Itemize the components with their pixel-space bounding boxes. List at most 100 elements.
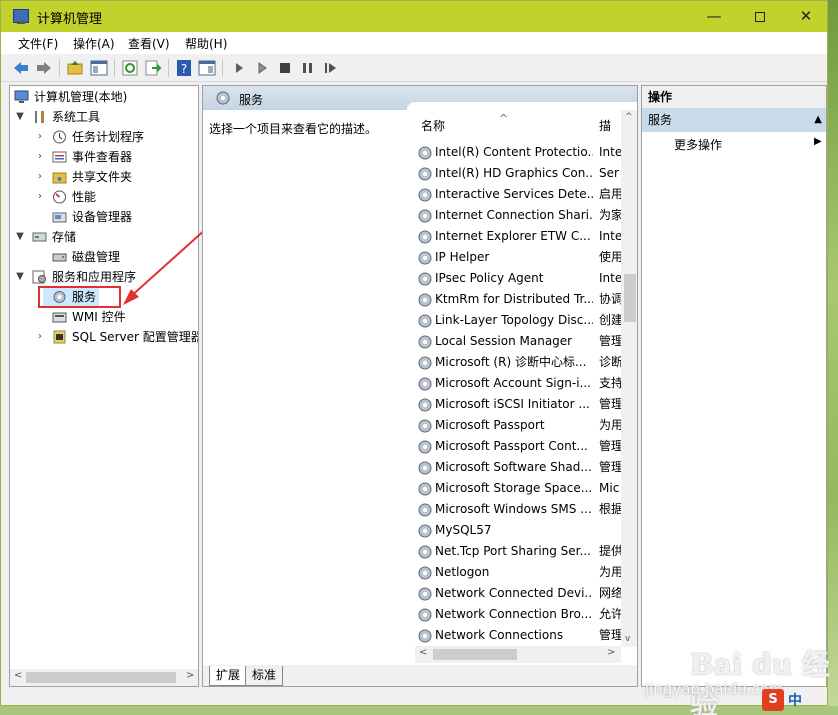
scroll-down-icon[interactable]: v xyxy=(625,634,630,644)
table-row[interactable]: Network Connections 管理 xyxy=(407,625,621,646)
table-row[interactable]: MySQL57 xyxy=(407,520,621,541)
tree-item-root[interactable]: 计算机管理(本地) xyxy=(14,87,194,107)
restart-icon[interactable] xyxy=(322,59,340,77)
services-vertical-scrollbar[interactable]: ^ v xyxy=(621,110,637,647)
service-description: 协调 xyxy=(599,292,621,306)
service-name: Microsoft Storage Space... xyxy=(435,481,593,495)
column-header-name[interactable]: 名称 xyxy=(421,110,445,142)
tree-item-sql-server[interactable]: › SQL Server 配置管理器 xyxy=(34,327,198,347)
table-row[interactable]: Netlogon 为用 xyxy=(407,562,621,583)
export-icon[interactable] xyxy=(144,59,162,77)
actions-section-services[interactable]: 服务 ▲ xyxy=(642,108,826,132)
table-row[interactable]: KtmRm for Distributed Tr... 协调 xyxy=(407,289,621,310)
tree-item-system-tools[interactable]: ▼ 系统工具 xyxy=(14,107,194,127)
help-icon[interactable]: ? xyxy=(175,59,193,77)
menu-view[interactable]: 查看(V) xyxy=(128,35,170,52)
tab-standard[interactable]: 标准 xyxy=(245,666,284,686)
menu-action[interactable]: 操作(A) xyxy=(73,35,115,52)
scroll-right-icon[interactable]: > xyxy=(186,670,194,681)
scroll-left-icon[interactable]: < xyxy=(14,670,22,681)
service-description: 创建 xyxy=(599,313,621,327)
tree-label: 性能 xyxy=(72,190,97,204)
table-row[interactable]: Network Connection Bro... 允许 xyxy=(407,604,621,625)
annotation-highlight-box xyxy=(38,286,121,308)
chevron-down-icon[interactable]: ▼ xyxy=(14,107,26,127)
chevron-right-icon[interactable]: › xyxy=(34,187,46,207)
more-actions-link[interactable]: 更多操作 xyxy=(674,136,722,153)
forward-arrow-icon[interactable] xyxy=(35,59,53,77)
tree-label: 计算机管理(本地) xyxy=(34,90,128,104)
table-row[interactable]: Net.Tcp Port Sharing Ser... 提供 xyxy=(407,541,621,562)
service-gear-icon xyxy=(418,524,432,538)
tree-item-shared-folders[interactable]: › 共享文件夹 xyxy=(34,167,194,187)
back-arrow-icon[interactable] xyxy=(12,59,30,77)
table-row[interactable]: Microsoft Storage Space... Mic xyxy=(407,478,621,499)
table-row[interactable]: Microsoft (R) 诊断中心标... 诊断 xyxy=(407,352,621,373)
chevron-right-icon[interactable]: › xyxy=(34,127,46,147)
chevron-down-icon[interactable]: ▼ xyxy=(14,227,26,247)
table-row[interactable]: IPsec Policy Agent Inte xyxy=(407,268,621,289)
scroll-left-icon[interactable]: < xyxy=(419,647,427,658)
table-row[interactable]: Microsoft Passport 为用 xyxy=(407,415,621,436)
service-gear-icon xyxy=(418,419,432,433)
table-row[interactable]: Microsoft Software Shad... 管理 xyxy=(407,457,621,478)
service-name: Microsoft Software Shad... xyxy=(435,460,592,474)
scroll-right-icon[interactable]: > xyxy=(607,647,615,658)
chevron-right-icon[interactable]: › xyxy=(34,147,46,167)
table-row[interactable]: Internet Connection Shari... 为家 xyxy=(407,205,621,226)
refresh-icon[interactable] xyxy=(121,59,139,77)
properties-icon[interactable] xyxy=(198,59,216,77)
service-gear-icon xyxy=(418,545,432,559)
ime-indicator[interactable]: S 中 xyxy=(762,689,832,711)
table-row[interactable]: Intel(R) HD Graphics Con... Ser xyxy=(407,163,621,184)
close-button[interactable]: ✕ xyxy=(783,1,827,32)
tree-item-task-scheduler[interactable]: › 任务计划程序 xyxy=(34,127,194,147)
table-row[interactable]: Microsoft Windows SMS ... 根据 xyxy=(407,499,621,520)
table-row[interactable]: Microsoft Passport Cont... 管理 xyxy=(407,436,621,457)
menu-help[interactable]: 帮助(H) xyxy=(185,35,227,52)
scrollbar-thumb[interactable] xyxy=(433,649,517,660)
table-row[interactable]: Network Connected Devi... 网络 xyxy=(407,583,621,604)
menu-file[interactable]: 文件(F) xyxy=(18,35,58,52)
table-row[interactable]: Intel(R) Content Protectio... Inte xyxy=(407,142,621,163)
chevron-right-icon[interactable]: › xyxy=(34,327,46,347)
column-header-description[interactable]: 描述 xyxy=(599,110,621,142)
sogou-ime-icon[interactable]: S xyxy=(762,689,784,711)
table-row[interactable]: Microsoft Account Sign-i... 支持 xyxy=(407,373,621,394)
ime-language[interactable]: 中 xyxy=(788,690,802,710)
services-horizontal-scrollbar[interactable]: < > xyxy=(415,646,621,663)
section-label: 服务 xyxy=(648,113,673,127)
minimize-button[interactable]: — xyxy=(691,1,737,32)
table-row[interactable]: Interactive Services Dete... 启用 xyxy=(407,184,621,205)
up-folder-icon[interactable] xyxy=(66,59,84,77)
chevron-right-icon[interactable]: › xyxy=(34,167,46,187)
scrollbar-thumb[interactable] xyxy=(26,672,176,683)
maximize-button[interactable] xyxy=(737,1,783,32)
scrollbar-thumb[interactable] xyxy=(624,274,636,322)
stop-icon[interactable] xyxy=(276,59,294,77)
submenu-arrow-icon[interactable]: ▶ xyxy=(814,136,822,147)
table-row[interactable]: Link-Layer Topology Disc... 创建 xyxy=(407,310,621,331)
toolbar-separator xyxy=(114,59,115,77)
service-name: Intel(R) Content Protectio... xyxy=(435,145,593,159)
play-icon[interactable] xyxy=(230,59,248,77)
scroll-up-icon[interactable]: ^ xyxy=(625,112,633,122)
show-tree-icon[interactable] xyxy=(90,59,108,77)
collapse-icon[interactable]: ▲ xyxy=(814,108,822,132)
pause-icon[interactable] xyxy=(299,59,317,77)
table-row[interactable]: Internet Explorer ETW C... Inte xyxy=(407,226,621,247)
tree-label: 磁盘管理 xyxy=(72,250,121,264)
service-name: Local Session Manager xyxy=(435,334,573,348)
tree-item-event-viewer[interactable]: › 事件查看器 xyxy=(34,147,194,167)
tree-horizontal-scrollbar[interactable]: < > xyxy=(10,669,198,686)
tab-extended[interactable]: 扩展 xyxy=(209,666,248,686)
table-row[interactable]: Local Session Manager 管理 xyxy=(407,331,621,352)
table-row[interactable]: Microsoft iSCSI Initiator ... 管理 xyxy=(407,394,621,415)
table-row[interactable]: IP Helper 使用 xyxy=(407,247,621,268)
tree-item-performance[interactable]: › 性能 xyxy=(34,187,194,207)
chevron-down-icon[interactable]: ▼ xyxy=(14,267,26,287)
actions-pane: 操作 服务 ▲ 更多操作 ▶ xyxy=(641,85,827,687)
title-bar[interactable]: 计算机管理 — ✕ xyxy=(1,1,827,32)
service-description: Inte xyxy=(599,271,621,285)
play-outline-icon[interactable] xyxy=(253,59,271,77)
